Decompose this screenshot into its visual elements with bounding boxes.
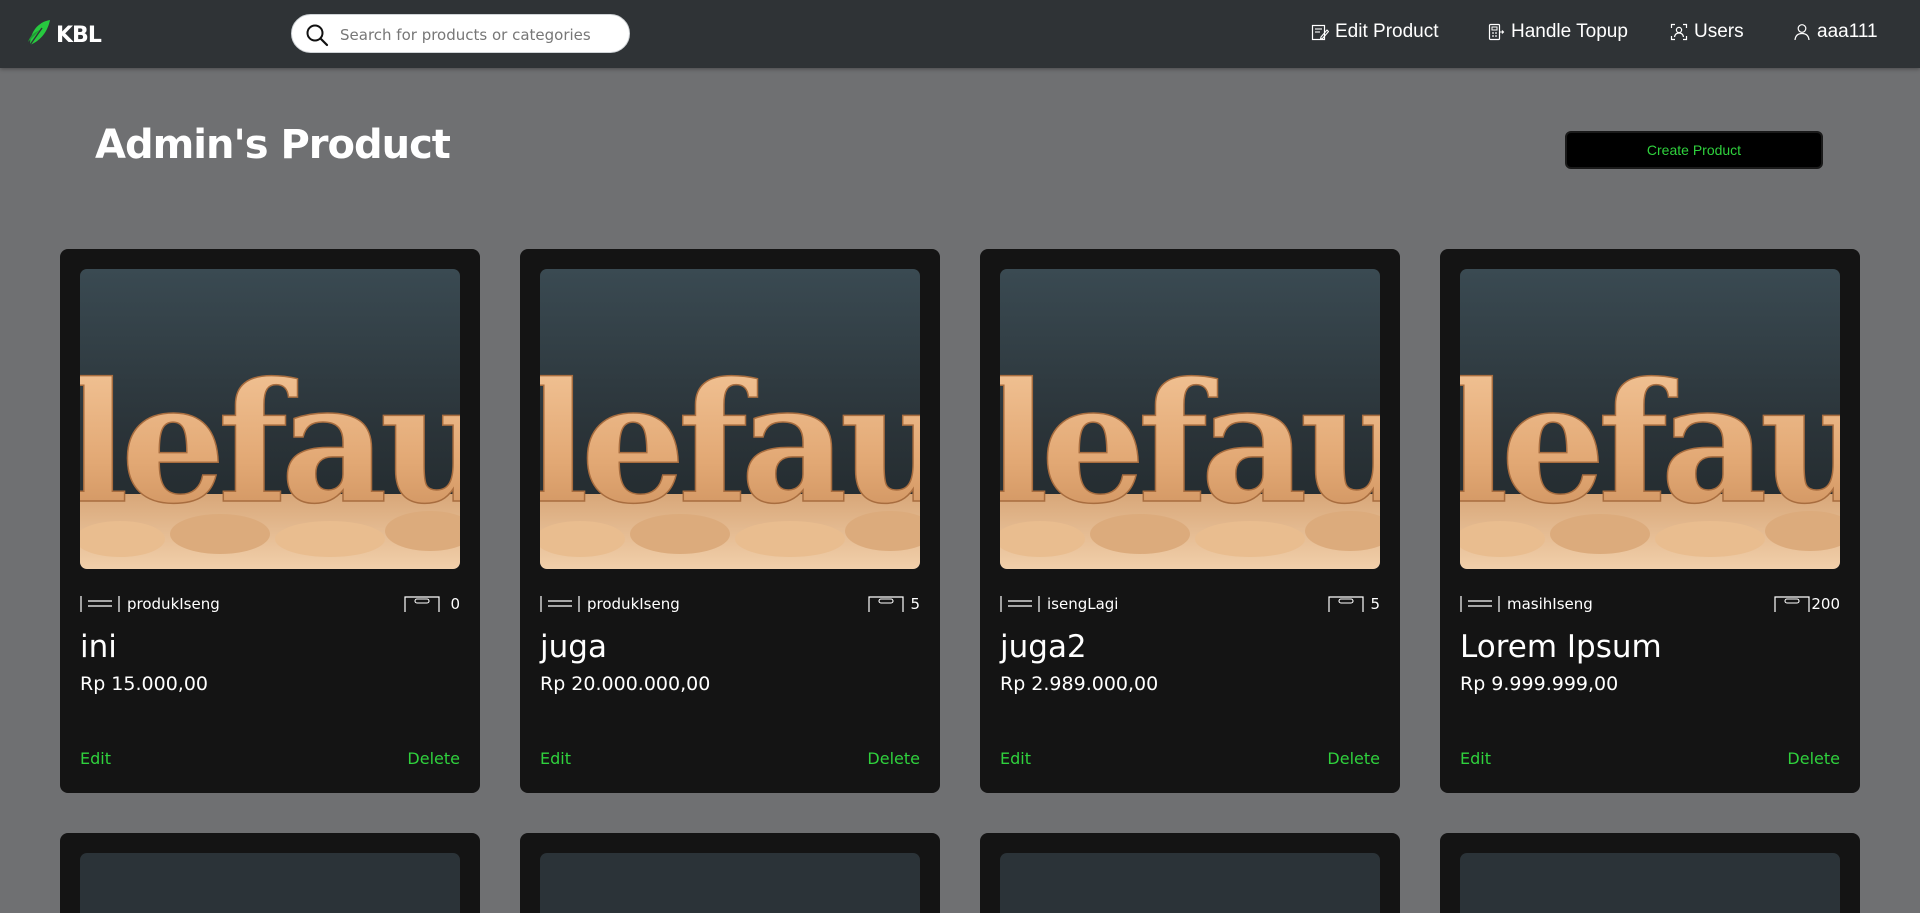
nav-username: aaa111 xyxy=(1817,21,1878,42)
product-image[interactable]: lefaul xyxy=(1000,269,1380,569)
edit-product-link[interactable]: Edit xyxy=(80,749,111,768)
nav-users-label: Users xyxy=(1694,21,1744,42)
delete-product-link[interactable]: Delete xyxy=(1327,749,1380,768)
nav-edit-product[interactable]: Edit Product xyxy=(1311,21,1439,43)
product-name: juga2 xyxy=(1000,629,1087,665)
product-card-partial xyxy=(520,833,940,913)
product-meta: masihIseng 200 xyxy=(1460,594,1840,614)
product-image[interactable] xyxy=(1000,853,1380,913)
product-image-text: lefaul xyxy=(1000,346,1380,540)
delete-product-link[interactable]: Delete xyxy=(1787,749,1840,768)
create-product-button[interactable]: Create Product xyxy=(1565,131,1823,169)
product-price: Rp 20.000.000,00 xyxy=(540,673,711,695)
product-price: Rp 15.000,00 xyxy=(80,673,208,695)
product-image[interactable]: lefaul xyxy=(80,269,460,569)
product-image[interactable]: lefaul xyxy=(540,269,920,569)
stock-icon xyxy=(1328,596,1364,616)
category-icon xyxy=(80,596,120,616)
product-name: ini xyxy=(80,629,117,665)
delete-product-link[interactable]: Delete xyxy=(407,749,460,768)
category-icon xyxy=(1460,596,1500,616)
product-card: lefaul masihIseng 200 Lorem Ipsum Rp 9.9… xyxy=(1440,249,1860,793)
search-input[interactable] xyxy=(338,23,622,47)
product-stock: 0 xyxy=(450,595,460,613)
edit-product-link[interactable]: Edit xyxy=(540,749,571,768)
product-image[interactable] xyxy=(540,853,920,913)
product-name: Lorem Ipsum xyxy=(1460,629,1662,665)
product-image-text: lefaul xyxy=(540,346,920,540)
nav-handle-topup[interactable]: Handle Topup xyxy=(1487,21,1628,43)
category-icon xyxy=(540,596,580,616)
edit-product-link[interactable]: Edit xyxy=(1000,749,1031,768)
brand-name: KBL xyxy=(56,22,102,48)
product-image[interactable]: lefaul xyxy=(1460,269,1840,569)
nav-users[interactable]: Users xyxy=(1670,21,1744,43)
edit-document-icon xyxy=(1311,23,1329,41)
stock-icon xyxy=(404,596,440,616)
product-category: masihIseng xyxy=(1507,595,1593,613)
edit-product-link[interactable]: Edit xyxy=(1460,749,1491,768)
product-image[interactable] xyxy=(80,853,460,913)
delete-product-link[interactable]: Delete xyxy=(867,749,920,768)
product-category: produkIseng xyxy=(127,595,220,613)
nav-user-account[interactable]: aaa111 xyxy=(1793,21,1878,43)
product-stock: 200 xyxy=(1811,595,1840,613)
product-price: Rp 9.999.999,00 xyxy=(1460,673,1619,695)
product-image-text: lefaul xyxy=(1460,346,1840,540)
product-card: lefaul produkIseng 5 juga Rp 20.000.000,… xyxy=(520,249,940,793)
product-category: produkIseng xyxy=(587,595,680,613)
product-card: lefaul produkIseng 0 ini Rp 15.000,00 Ed… xyxy=(60,249,480,793)
search-icon xyxy=(305,23,329,51)
product-card-partial xyxy=(980,833,1400,913)
product-price: Rp 2.989.000,00 xyxy=(1000,673,1159,695)
product-card: lefaul isengLagi 5 juga2 Rp 2.989.000,00… xyxy=(980,249,1400,793)
nav-edit-product-label: Edit Product xyxy=(1335,21,1439,42)
page-title: Admin's Product xyxy=(95,122,451,168)
top-navbar: KBL Edit Product xyxy=(0,0,1920,68)
product-name: juga xyxy=(540,629,607,665)
product-image[interactable] xyxy=(1460,853,1840,913)
product-card-partial xyxy=(1440,833,1860,913)
topup-icon xyxy=(1487,23,1505,41)
product-stock: 5 xyxy=(1370,595,1380,613)
stock-icon xyxy=(1774,596,1810,616)
user-icon xyxy=(1793,23,1811,41)
product-meta: produkIseng 5 xyxy=(540,594,920,614)
product-stock: 5 xyxy=(910,595,920,613)
category-icon xyxy=(1000,596,1040,616)
product-image-text: lefaul xyxy=(80,346,460,540)
leaf-logo-icon xyxy=(26,18,52,52)
product-card-partial xyxy=(60,833,480,913)
nav-handle-topup-label: Handle Topup xyxy=(1511,21,1628,42)
stock-icon xyxy=(868,596,904,616)
brand-logo[interactable]: KBL xyxy=(26,18,102,52)
product-category: isengLagi xyxy=(1047,595,1119,613)
users-icon xyxy=(1670,23,1688,41)
product-meta: produkIseng 0 xyxy=(80,594,460,614)
product-meta: isengLagi 5 xyxy=(1000,594,1380,614)
search-bar[interactable] xyxy=(291,14,630,53)
